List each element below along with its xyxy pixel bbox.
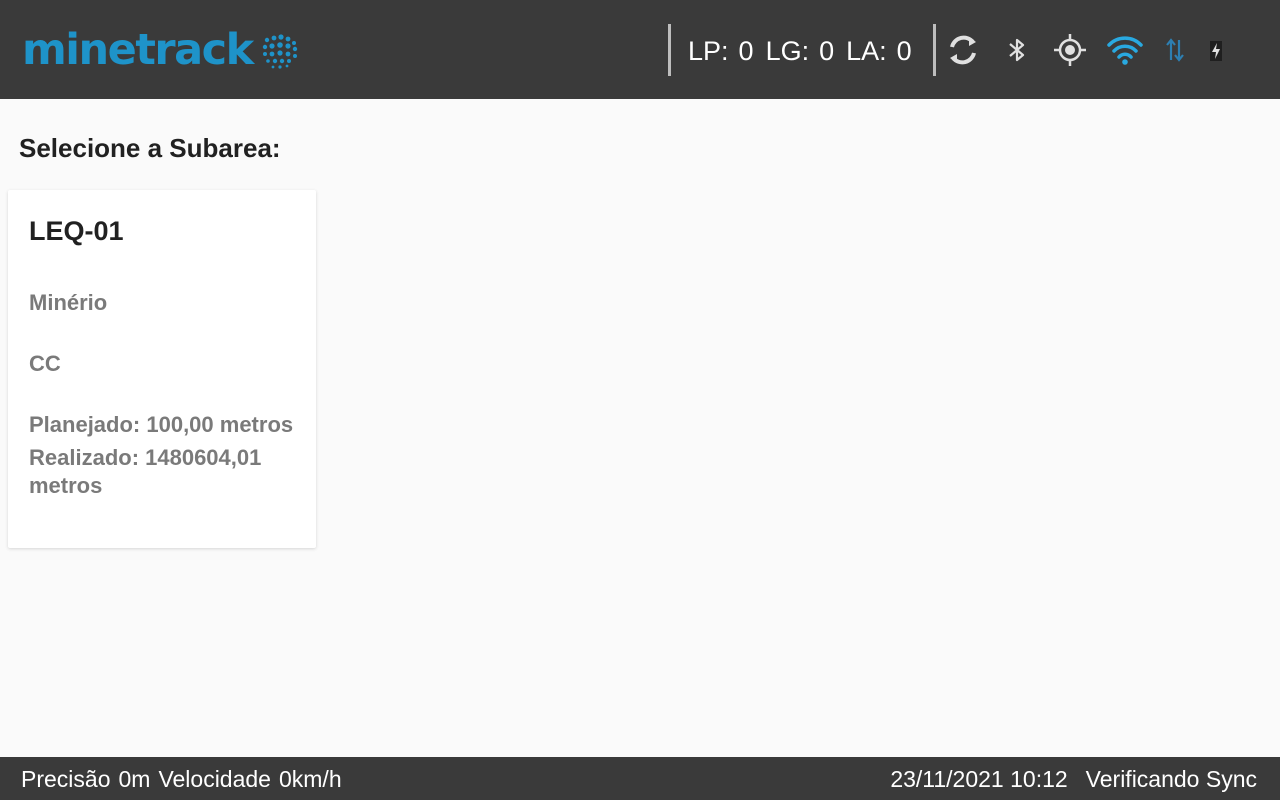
header-divider-right (933, 24, 936, 76)
gps-stats: Precisão 0m Velocidade 0km/h (21, 766, 350, 793)
page-title: Selecione a Subarea: (19, 133, 281, 163)
precisao-value: 0m (118, 766, 151, 792)
gps-icon[interactable] (1052, 32, 1088, 68)
precisao-label: Precisão (21, 766, 111, 792)
counter-group: LP: 0 LG: 0 LA: 0 (688, 32, 912, 70)
subarea-planejado: Planejado: 100,00 metros (29, 412, 294, 437)
velocidade-label: Velocidade (158, 766, 271, 792)
counter-la-label: LA: (846, 35, 887, 66)
subarea-realizado: Realizado: 1480604,01 metros (29, 445, 262, 498)
counter-lp-value: 0 (738, 35, 754, 66)
velocidade-value: 0km/h (278, 766, 342, 792)
counter-lg-value: 0 (819, 35, 835, 66)
counter-la-value: 0 (896, 35, 912, 66)
counter-lp: LP: 0 (688, 36, 754, 67)
logo-globe-icon (262, 34, 297, 69)
logo-text: minetrack (22, 24, 254, 75)
subarea-name: LEQ-01 (29, 216, 124, 246)
data-transfer-icon (1162, 34, 1188, 66)
battery-charging-icon (1206, 37, 1226, 63)
counter-lg-label: LG: (765, 35, 810, 66)
counter-lp-label: LP: (688, 35, 729, 66)
subarea-type: CC (29, 351, 61, 376)
bottom-status-bar: Precisão 0m Velocidade 0km/h 23/11/2021 10:… (0, 757, 1280, 800)
counter-lg: LG: 0 (766, 36, 835, 67)
status-icons (944, 30, 1244, 70)
subarea-card[interactable]: LEQ-01 Minério CC Planejado: 100,00 metr… (8, 190, 316, 548)
top-bar: minetrack LP: 0 LG: 0 LA: 0 (0, 0, 1280, 99)
app-logo: minetrack (22, 26, 299, 74)
datetime: 23/11/2021 10:12 (890, 766, 1068, 792)
bluetooth-icon[interactable] (1000, 33, 1034, 67)
wifi-icon[interactable] (1106, 33, 1144, 67)
header-divider-left (668, 24, 671, 76)
counter-la: LA: 0 (846, 36, 912, 67)
sync-status: Verificando Sync (1085, 766, 1257, 792)
sync-info: 23/11/2021 10:12 Verificando Sync (872, 766, 1257, 793)
sync-icon[interactable] (944, 31, 982, 69)
subarea-material: Minério (29, 290, 108, 315)
